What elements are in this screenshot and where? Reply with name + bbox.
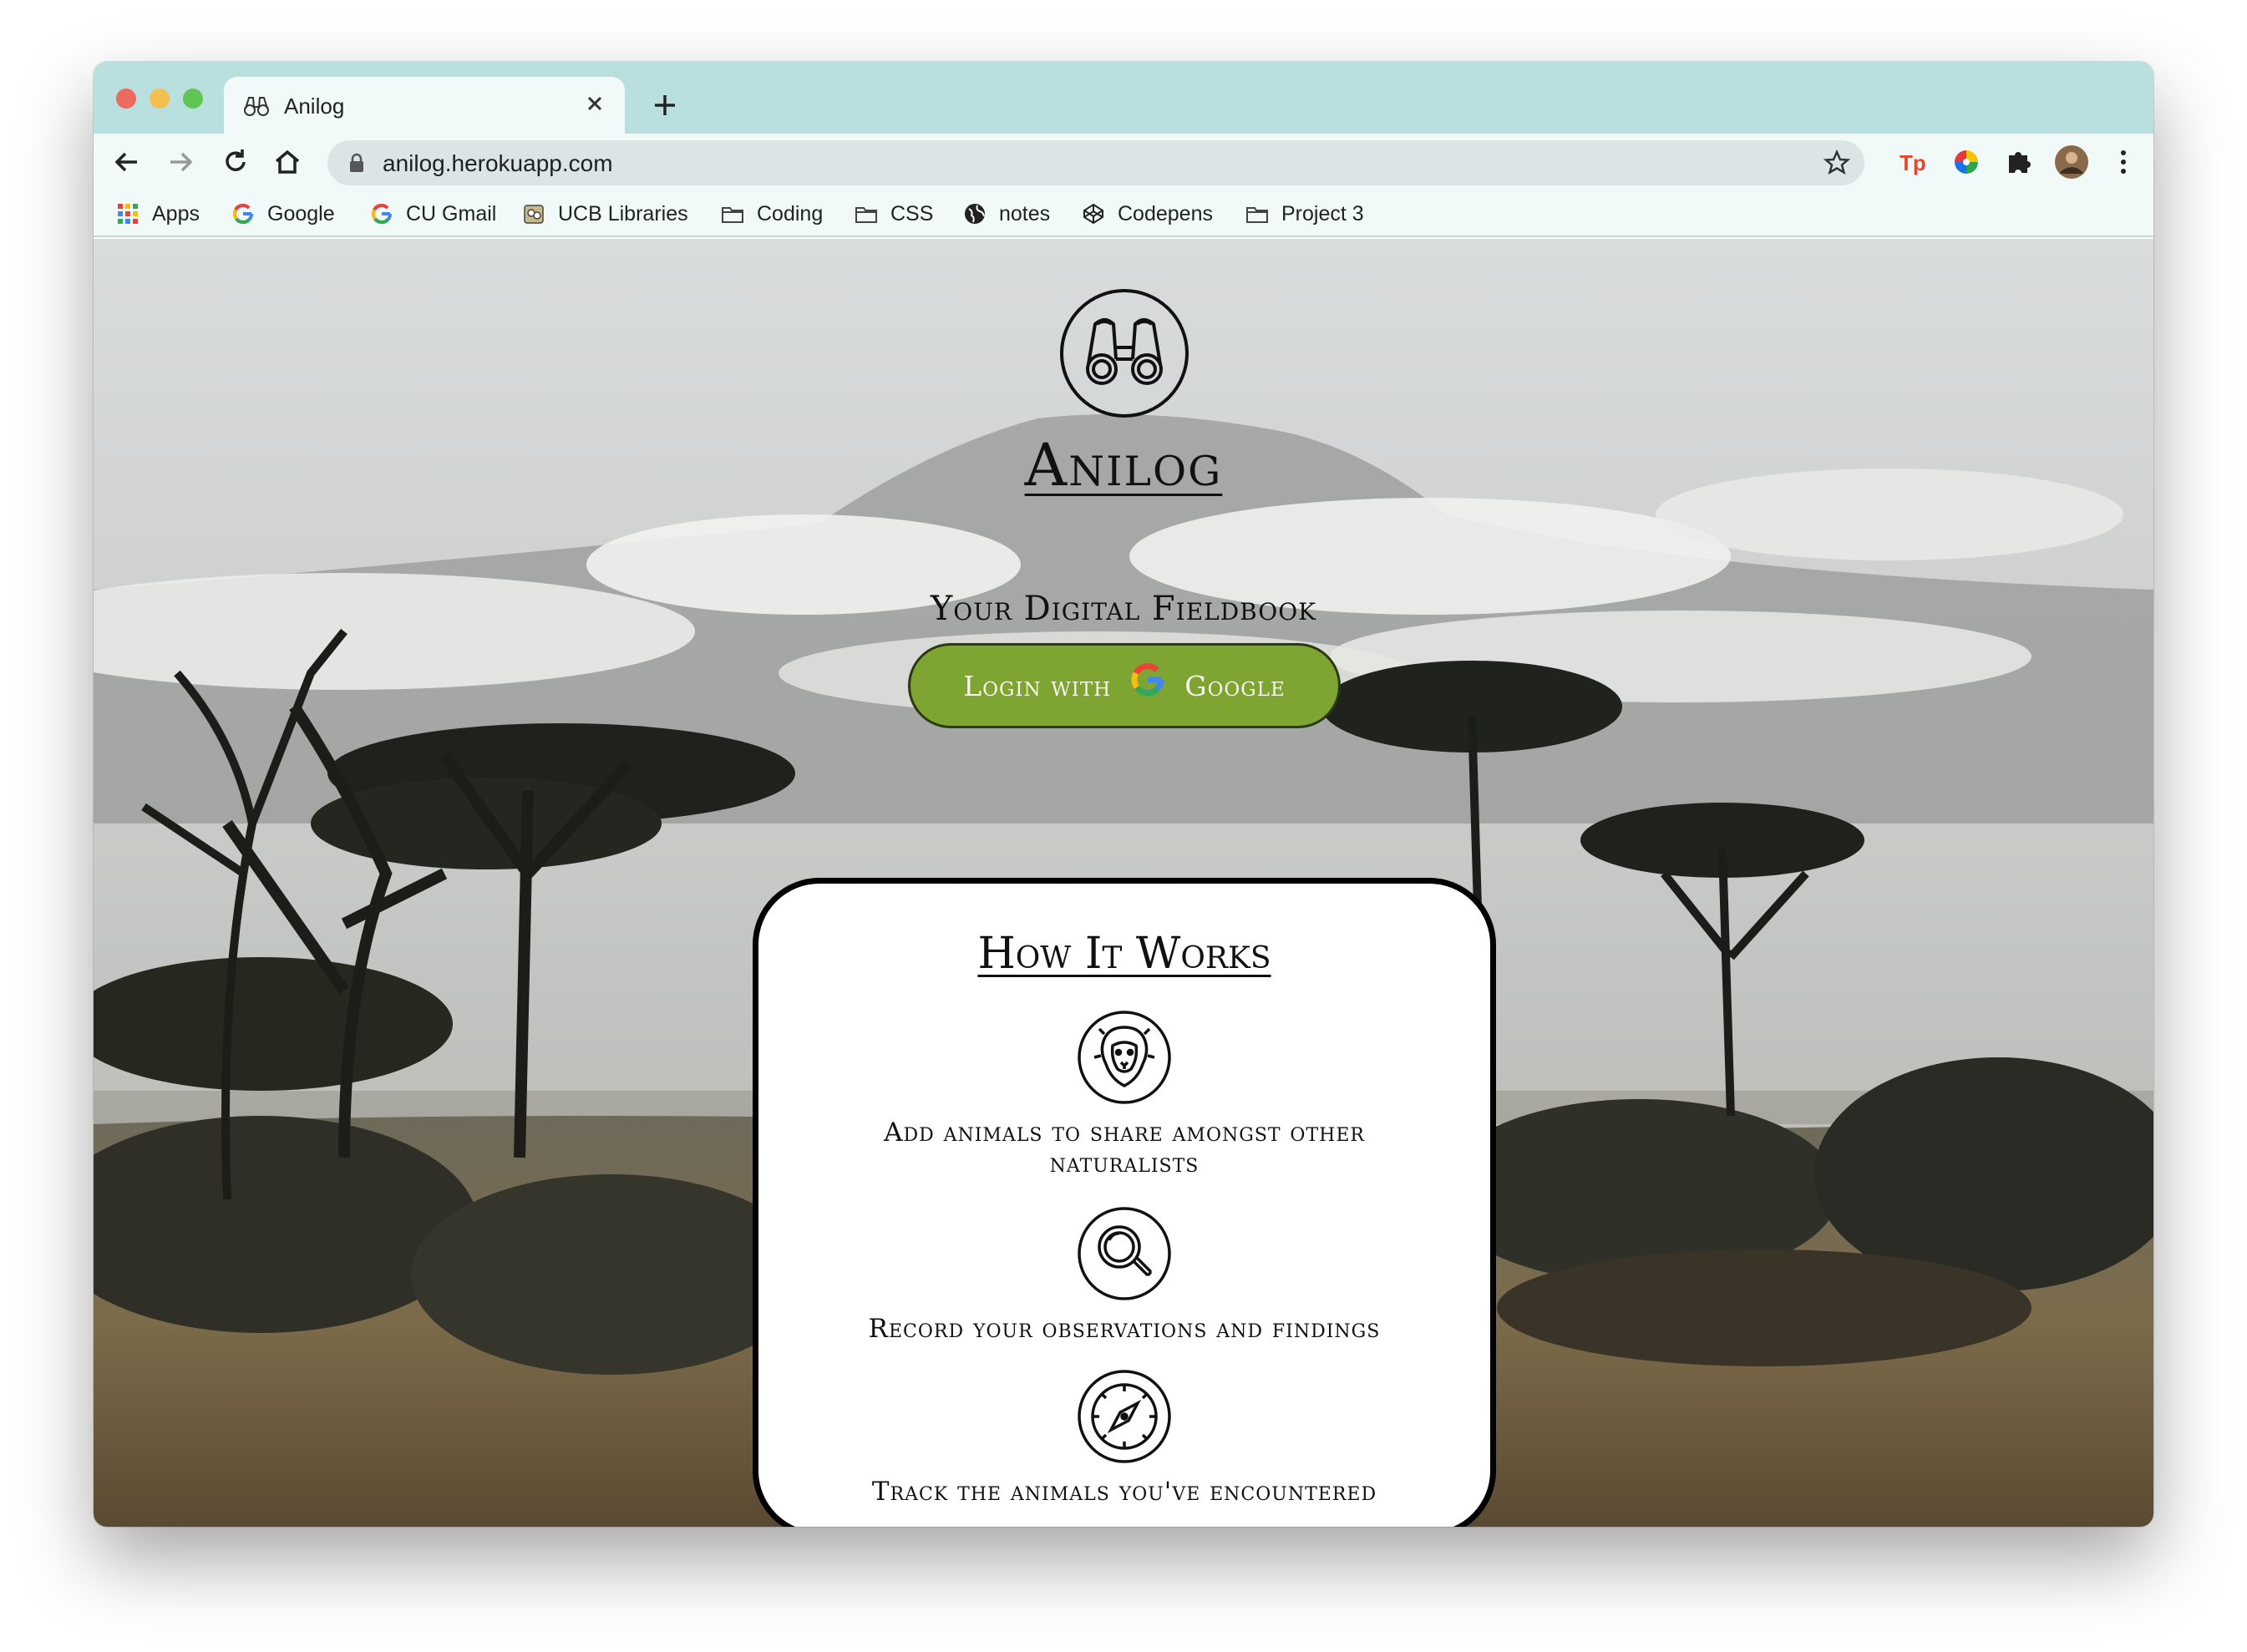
bookmark-label: Google — [267, 201, 335, 226]
login-prefix: Login with — [963, 669, 1112, 702]
bookmark-label: Coding — [757, 201, 824, 226]
bookmark-label: Codepens — [1118, 201, 1213, 226]
google-g-icon — [1131, 663, 1164, 697]
bookmark-cu-gmail[interactable]: CU Gmail — [369, 200, 496, 227]
tagline: Your Digital Fieldbook — [930, 590, 1317, 628]
close-tab-icon[interactable] — [580, 89, 610, 119]
bookmark-label: CSS — [890, 201, 934, 226]
login-suffix: Google — [1184, 669, 1286, 702]
new-tab-icon[interactable] — [648, 89, 682, 122]
forward-arrow-icon[interactable] — [164, 145, 197, 179]
bookmark-ucb-libraries[interactable]: UCB Libraries — [521, 200, 688, 227]
profile-avatar[interactable] — [2053, 144, 2090, 180]
bookmark-project-3[interactable]: Project 3 — [1245, 200, 1364, 227]
how-it-works-card: How It Works Add animals to share amongs… — [753, 878, 1496, 1527]
folder-icon — [1246, 207, 1268, 223]
tp-extension-icon[interactable]: Tp — [1894, 144, 1931, 180]
bookmark-apps[interactable]: Apps — [115, 200, 200, 227]
folder-icon — [855, 207, 877, 223]
reload-icon[interactable] — [219, 145, 252, 179]
bookmarks-bar: Apps Google CU Gmail UCB Libraries Codin… — [94, 189, 2153, 237]
google-icon — [232, 203, 254, 225]
binoculars-icon — [244, 97, 269, 116]
bookmark-label: Project 3 — [1281, 201, 1364, 226]
apps-grid-icon — [118, 204, 138, 224]
svg-text:Tp: Tp — [1900, 150, 1926, 175]
bookmark-codepens[interactable]: Codepens — [1081, 200, 1213, 227]
google-icon — [371, 203, 393, 225]
folder-icon — [722, 207, 743, 223]
browser-toolbar: anilog.herokuapp.com Tp — [94, 134, 2153, 189]
compass-icon — [1078, 1370, 1171, 1463]
close-window-button[interactable] — [116, 89, 136, 109]
library-icon — [524, 205, 544, 224]
bookmark-label: notes — [999, 201, 1051, 226]
address-bar[interactable]: anilog.herokuapp.com — [327, 140, 1864, 185]
step-record-observations: Record your observations and findings — [868, 1314, 1381, 1344]
maximize-window-button[interactable] — [183, 89, 203, 109]
back-arrow-icon[interactable] — [110, 145, 144, 179]
globe-icon — [965, 204, 985, 224]
step-track-animals: Track the animals you've encountered — [871, 1477, 1377, 1507]
bookmark-css[interactable]: CSS — [854, 200, 933, 227]
bookmark-star-icon[interactable] — [1821, 147, 1853, 179]
bookmark-coding[interactable]: Coding — [720, 200, 823, 227]
how-it-works-title: How It Works — [977, 929, 1271, 979]
home-icon[interactable] — [271, 145, 304, 179]
codepen-icon — [1083, 203, 1103, 225]
bookmark-google[interactable]: Google — [231, 200, 335, 227]
puzzle-icon[interactable] — [2001, 144, 2037, 180]
minimize-window-button[interactable] — [150, 89, 170, 109]
tab-anilog[interactable]: Anilog — [224, 77, 625, 134]
bookmark-label: Apps — [152, 201, 200, 226]
bookmark-notes[interactable]: notes — [962, 200, 1050, 227]
step-add-animals: Add animals to share amongst other natur… — [884, 1117, 1365, 1178]
more-menu-icon[interactable] — [2105, 144, 2142, 180]
lock-icon — [350, 153, 363, 172]
color-wheel-icon[interactable] — [1948, 144, 1985, 180]
page-content: Anilog Your Digital Fieldbook Login with… — [94, 239, 2153, 1527]
url-text: anilog.herokuapp.com — [383, 150, 613, 176]
browser-window: Anilog anilog.herokuapp.com Tp Apps Goog… — [94, 62, 2153, 1527]
tab-title: Anilog — [284, 94, 345, 119]
bookmark-label: UCB Libraries — [558, 201, 688, 226]
login-with-google-button[interactable]: Login with Google — [908, 643, 1341, 728]
bookmark-label: CU Gmail — [406, 201, 497, 226]
magnifier-icon — [1078, 1207, 1171, 1300]
tab-strip: Anilog — [94, 62, 2153, 134]
brand-title: Anilog — [1024, 431, 1223, 499]
lion-icon — [1078, 1011, 1171, 1104]
binoculars-icon — [1060, 289, 1189, 418]
